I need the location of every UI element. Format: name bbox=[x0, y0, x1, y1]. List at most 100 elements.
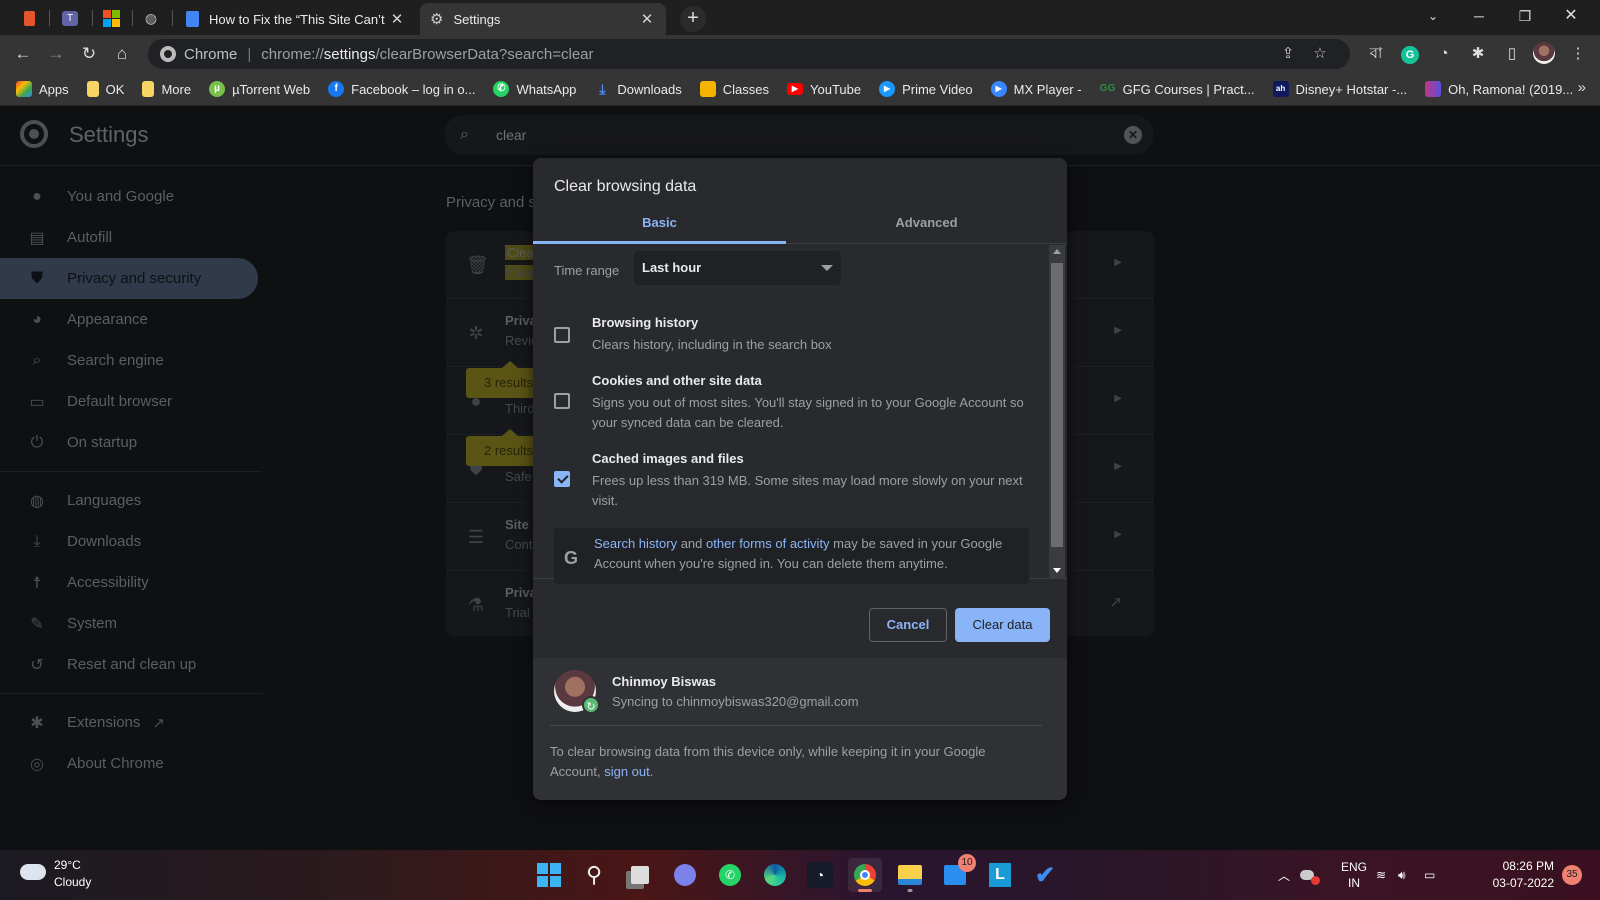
teams-chat-button[interactable] bbox=[668, 858, 702, 892]
tab-article[interactable]: How to Fix the “This Site Can’t Be ✕ bbox=[176, 3, 416, 35]
file-explorer-taskbar[interactable] bbox=[893, 858, 927, 892]
scroll-down-icon[interactable] bbox=[1053, 568, 1061, 573]
bookmark-prime-video[interactable]: ▶ Prime Video bbox=[879, 81, 973, 97]
pinned-tab-globe[interactable]: ◍ bbox=[134, 4, 168, 32]
address-bar[interactable]: Chrome | chrome://settings/clearBrowserD… bbox=[148, 39, 1350, 69]
chrome-taskbar[interactable] bbox=[848, 858, 882, 892]
sidebar-item-system[interactable]: ✎ System bbox=[0, 603, 262, 644]
sidebar-item-accessibility[interactable]: ☨ Accessibility bbox=[0, 562, 262, 603]
home-button[interactable]: ⌂ bbox=[109, 41, 135, 67]
speedtest-taskbar[interactable]: ◔ bbox=[803, 858, 837, 892]
pinned-tab-store[interactable] bbox=[94, 4, 128, 32]
todo-taskbar[interactable]: ✔ bbox=[1028, 858, 1062, 892]
sidebar-item-search-engine[interactable]: ⌕ Search engine bbox=[0, 340, 262, 381]
more-bookmarks-chevron-icon[interactable]: » bbox=[1578, 79, 1586, 96]
notification-count-badge[interactable]: 35 bbox=[1562, 865, 1582, 885]
sidebar-item-reset-and-clean-up[interactable]: ↺ Reset and clean up bbox=[0, 644, 262, 685]
mail-taskbar[interactable]: 10 bbox=[938, 854, 976, 892]
bookmark-youtube[interactable]: ▶ YouTube bbox=[787, 82, 861, 97]
sidebar-item-languages[interactable]: ◍ Languages bbox=[0, 480, 262, 521]
weather-temperature[interactable]: 29°C bbox=[54, 858, 81, 872]
cancel-button[interactable]: Cancel bbox=[869, 608, 947, 642]
sidebar-item-you-and-google[interactable]: ● You and Google bbox=[0, 176, 262, 217]
language-indicator[interactable]: ENG IN bbox=[1336, 850, 1372, 900]
system-clock[interactable]: 08:26 PM 03-07-2022 bbox=[1484, 858, 1554, 892]
profile-avatar[interactable] bbox=[1532, 42, 1556, 66]
share-icon[interactable]: ⇪ bbox=[1278, 44, 1298, 64]
close-icon[interactable]: ✕ bbox=[388, 10, 406, 28]
sidebar-item-about-chrome[interactable]: ◎ About Chrome bbox=[0, 743, 262, 784]
weather-condition[interactable]: Cloudy bbox=[54, 875, 91, 889]
sidebar-item-appearance[interactable]: ◕ Appearance bbox=[0, 299, 262, 340]
sidebar-item-privacy-and-security[interactable]: ⛊ Privacy and security bbox=[0, 258, 258, 299]
star-icon[interactable]: ☆ bbox=[1310, 44, 1330, 64]
clear-search-icon[interactable]: ✕ bbox=[1124, 126, 1142, 144]
browsing-history-checkbox[interactable] bbox=[554, 327, 570, 343]
speed-extension-icon[interactable]: ◔ bbox=[1432, 42, 1456, 66]
bookmark-mx-player[interactable]: ▶ MX Player - bbox=[990, 81, 1082, 97]
reload-button[interactable]: ↻ bbox=[76, 41, 102, 67]
bookmark-classes[interactable]: Classes bbox=[699, 81, 769, 97]
apps-grid-icon bbox=[16, 81, 32, 97]
start-button[interactable] bbox=[532, 858, 566, 892]
tab-settings[interactable]: ⚙ Settings ✕ bbox=[420, 3, 666, 35]
search-icon: ⌕ bbox=[32, 351, 42, 369]
edge-taskbar[interactable] bbox=[758, 858, 792, 892]
scrollbar-thumb[interactable] bbox=[1051, 263, 1063, 547]
bookmark-folder-ok[interactable]: OK bbox=[86, 81, 124, 97]
bookmark-oh-ramona[interactable]: Oh, Ramona! (2019... bbox=[1425, 81, 1573, 97]
cookies-checkbox[interactable] bbox=[554, 393, 570, 409]
globe-icon: ◍ bbox=[144, 9, 158, 26]
grammarly-icon[interactable]: G bbox=[1398, 42, 1422, 66]
back-button[interactable]: ← bbox=[10, 41, 36, 67]
volume-icon[interactable]: 🔊︎ bbox=[1398, 850, 1418, 900]
tab-search-button[interactable]: ⌄ bbox=[1410, 0, 1456, 32]
new-tab-button[interactable]: + bbox=[680, 6, 706, 32]
bookmark-whatsapp[interactable]: ✆ WhatsApp bbox=[493, 81, 576, 97]
minimize-button[interactable]: ─ bbox=[1456, 0, 1502, 32]
task-view-button[interactable] bbox=[623, 858, 657, 892]
folder-icon bbox=[142, 81, 155, 97]
clear-data-button[interactable]: Clear data bbox=[955, 608, 1050, 642]
extensions-puzzle-icon[interactable]: ✱ bbox=[1466, 42, 1490, 66]
cached-images-checkbox[interactable] bbox=[554, 471, 570, 487]
search-history-link[interactable]: Search history bbox=[594, 536, 677, 551]
settings-search-input[interactable]: ⌕ clear ✕ bbox=[444, 115, 1154, 155]
tab-basic[interactable]: Basic bbox=[533, 204, 786, 244]
sign-out-link[interactable]: sign out bbox=[604, 764, 650, 779]
sidebar-item-on-startup[interactable]: ⏻ On startup bbox=[0, 422, 262, 463]
tab-advanced[interactable]: Advanced bbox=[786, 204, 1067, 244]
battery-charging-icon[interactable]: ▭ bbox=[1424, 850, 1444, 900]
menu-kebab-icon[interactable]: ⋮ bbox=[1566, 42, 1590, 66]
onedrive-error-icon[interactable] bbox=[1300, 850, 1322, 900]
dialog-scrollbar[interactable] bbox=[1049, 245, 1065, 579]
forward-button[interactable]: → bbox=[43, 41, 69, 67]
bookmark-folder-more[interactable]: More bbox=[142, 81, 191, 97]
bookmark-downloads[interactable]: ⤓ Downloads bbox=[594, 81, 681, 97]
pinned-tab-teams[interactable]: T bbox=[53, 4, 87, 32]
other-activity-link[interactable]: other forms of activity bbox=[706, 536, 830, 551]
pinned-tab-office[interactable] bbox=[12, 4, 46, 32]
sidebar-item-default-browser[interactable]: ▭ Default browser bbox=[0, 381, 262, 422]
sidebar-item-downloads[interactable]: ⤓ Downloads bbox=[0, 521, 262, 562]
taskbar-search[interactable]: ⚲ bbox=[577, 858, 611, 892]
whatsapp-taskbar[interactable]: ✆ bbox=[713, 858, 747, 892]
wifi-icon[interactable]: ≋ bbox=[1376, 850, 1396, 900]
scroll-up-icon[interactable] bbox=[1053, 249, 1061, 254]
side-panel-icon[interactable]: ▯ bbox=[1500, 42, 1524, 66]
sidebar-item-extensions[interactable]: ✱ Extensions ↗ bbox=[0, 702, 262, 743]
close-window-button[interactable]: ✕ bbox=[1548, 0, 1594, 32]
show-hidden-icons-button[interactable]: ︿ bbox=[1278, 850, 1294, 900]
time-range-select[interactable]: Last hour bbox=[634, 251, 841, 285]
bookmark-apps[interactable]: Apps bbox=[16, 81, 69, 97]
bookmark-gfg[interactable]: GG GFG Courses | Pract... bbox=[1100, 81, 1255, 97]
restore-button[interactable]: ❐ bbox=[1502, 0, 1548, 32]
cloud-icon[interactable] bbox=[20, 864, 46, 880]
bookmark-utorrent[interactable]: µ µTorrent Web bbox=[209, 81, 310, 97]
bookmark-hotstar[interactable]: ah Disney+ Hotstar -... bbox=[1272, 81, 1407, 97]
bangla-keyboard-extension[interactable]: বা bbox=[1364, 42, 1388, 66]
bookmark-facebook[interactable]: f Facebook – log in o... bbox=[328, 81, 475, 97]
close-icon[interactable]: ✕ bbox=[638, 10, 656, 28]
sidebar-item-autofill[interactable]: ▤ Autofill bbox=[0, 217, 262, 258]
l-app-taskbar[interactable]: L bbox=[983, 858, 1017, 892]
